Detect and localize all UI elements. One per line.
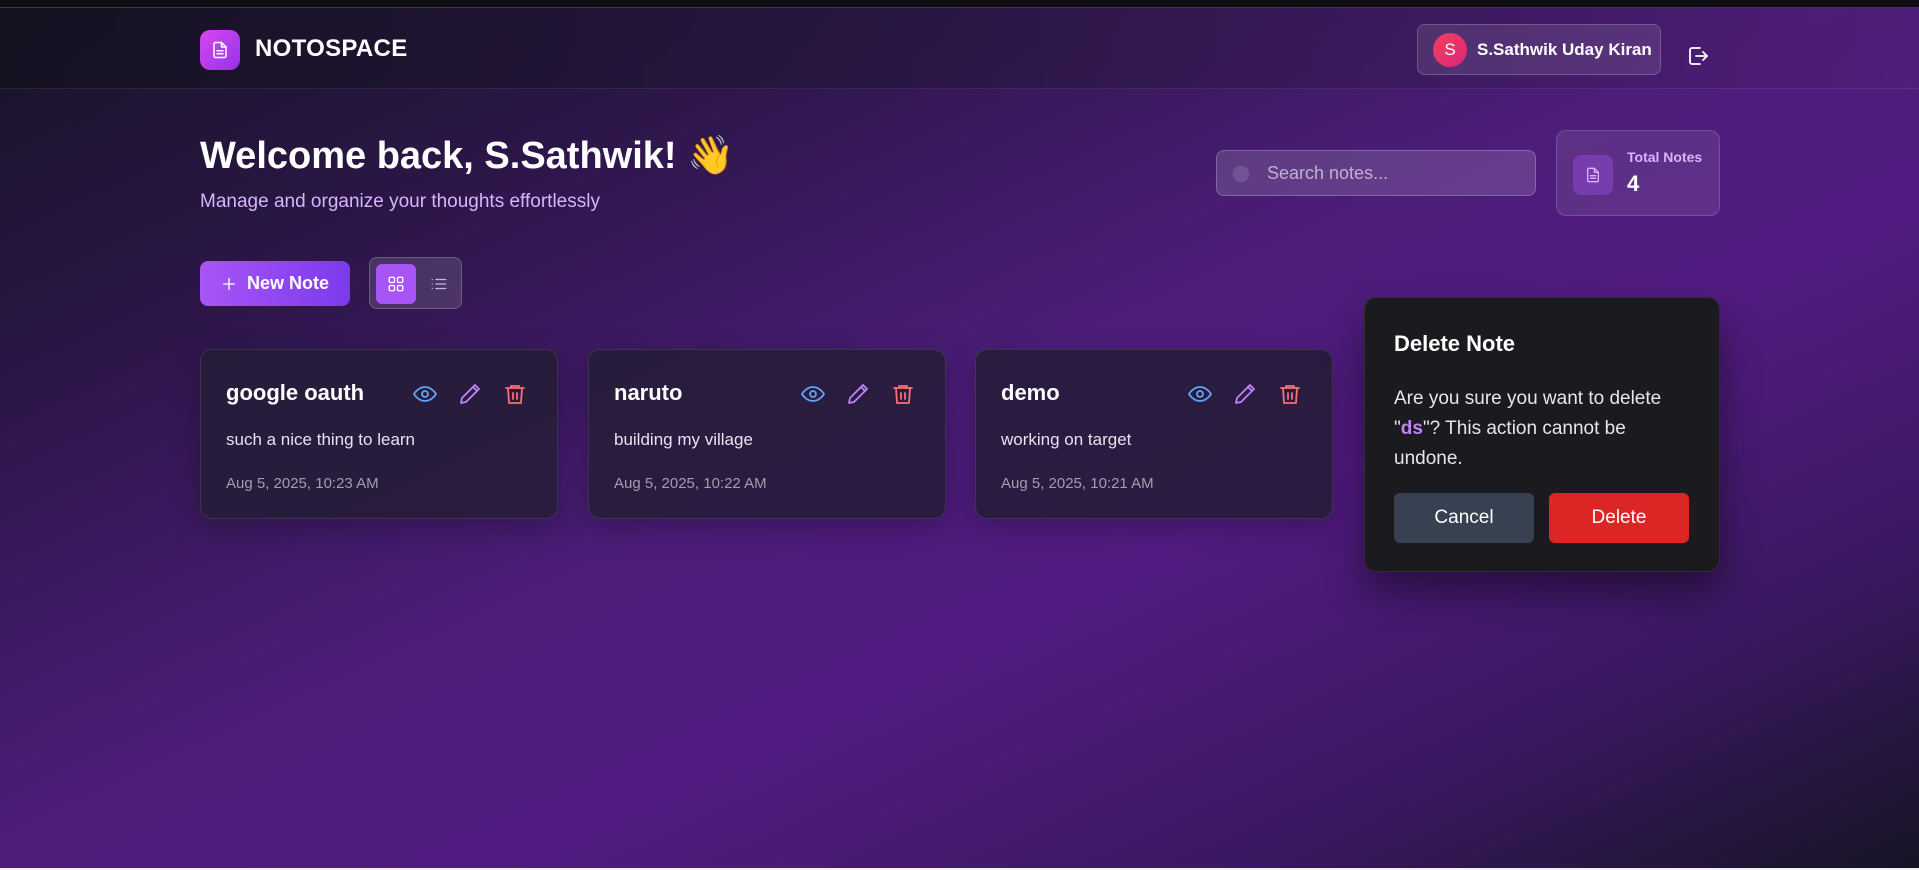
trash-icon[interactable]: [889, 380, 917, 408]
search-box: [1216, 150, 1536, 196]
avatar: S: [1433, 32, 1467, 67]
note-content: building my village: [614, 430, 753, 449]
view-icon[interactable]: [411, 380, 439, 408]
user-profile-button[interactable]: S S.Sathwik Uday Kiran: [1417, 24, 1661, 75]
trash-icon[interactable]: [1276, 380, 1304, 408]
cancel-button[interactable]: Cancel: [1394, 493, 1534, 543]
note-card[interactable]: demo working on target Aug 5, 2025, 10:2…: [975, 349, 1333, 519]
grid-icon: [388, 276, 404, 292]
total-notes-card: Total Notes 4: [1556, 130, 1720, 216]
plus-icon: [222, 277, 235, 290]
dialog-message-suffix: "? This action cannot be undone.: [1394, 418, 1626, 469]
note-title: naruto: [614, 380, 683, 405]
trash-icon[interactable]: [501, 380, 529, 408]
dialog-note-name: ds: [1400, 418, 1423, 439]
total-notes-label: Total Notes: [1627, 149, 1703, 165]
note-title: demo: [1001, 380, 1060, 405]
note-date: Aug 5, 2025, 10:22 AM: [614, 475, 767, 492]
note-card[interactable]: google oauth such a nice thing to learn …: [200, 349, 558, 519]
note-title: google oauth: [226, 380, 365, 405]
dialog-message: Are you sure you want to delete "ds"? Th…: [1394, 384, 1694, 474]
user-name: S.Sathwik Uday Kiran: [1477, 39, 1652, 59]
new-note-button[interactable]: New Note: [200, 261, 350, 306]
view-toggle: [369, 257, 462, 309]
view-icon[interactable]: [1186, 380, 1214, 408]
list-view-button[interactable]: [421, 264, 457, 304]
document-icon: [1573, 155, 1613, 195]
dialog-title: Delete Note: [1394, 331, 1516, 356]
brand-name: NOTOSPACE: [255, 35, 408, 62]
edit-icon[interactable]: [1231, 380, 1259, 408]
new-note-label: New Note: [246, 273, 329, 293]
window-top-edge: [0, 0, 1919, 8]
delete-note-dialog: Delete Note Are you sure you want to del…: [1364, 297, 1720, 572]
note-content: working on target: [1001, 430, 1132, 449]
view-icon[interactable]: [799, 380, 827, 408]
top-navbar: NOTOSPACE S S.Sathwik Uday Kiran: [0, 8, 1919, 89]
note-date: Aug 5, 2025, 10:23 AM: [226, 475, 379, 492]
welcome-heading: Welcome back, S.Sathwik! 👋: [200, 135, 735, 177]
edit-icon[interactable]: [844, 380, 872, 408]
logo-icon[interactable]: [200, 30, 240, 70]
search-icon: [1231, 164, 1251, 184]
search-input[interactable]: [1267, 151, 1527, 195]
edit-icon[interactable]: [456, 380, 484, 408]
logout-icon[interactable]: [1686, 44, 1710, 68]
note-card[interactable]: naruto building my village Aug 5, 2025, …: [588, 349, 946, 519]
list-icon: [431, 278, 447, 290]
note-content: such a nice thing to learn: [226, 430, 416, 449]
welcome-subtitle: Manage and organize your thoughts effort…: [200, 191, 600, 212]
delete-button[interactable]: Delete: [1549, 493, 1689, 543]
total-notes-count: 4: [1627, 171, 1640, 196]
note-date: Aug 5, 2025, 10:21 AM: [1001, 475, 1154, 492]
grid-view-button[interactable]: [376, 264, 416, 304]
